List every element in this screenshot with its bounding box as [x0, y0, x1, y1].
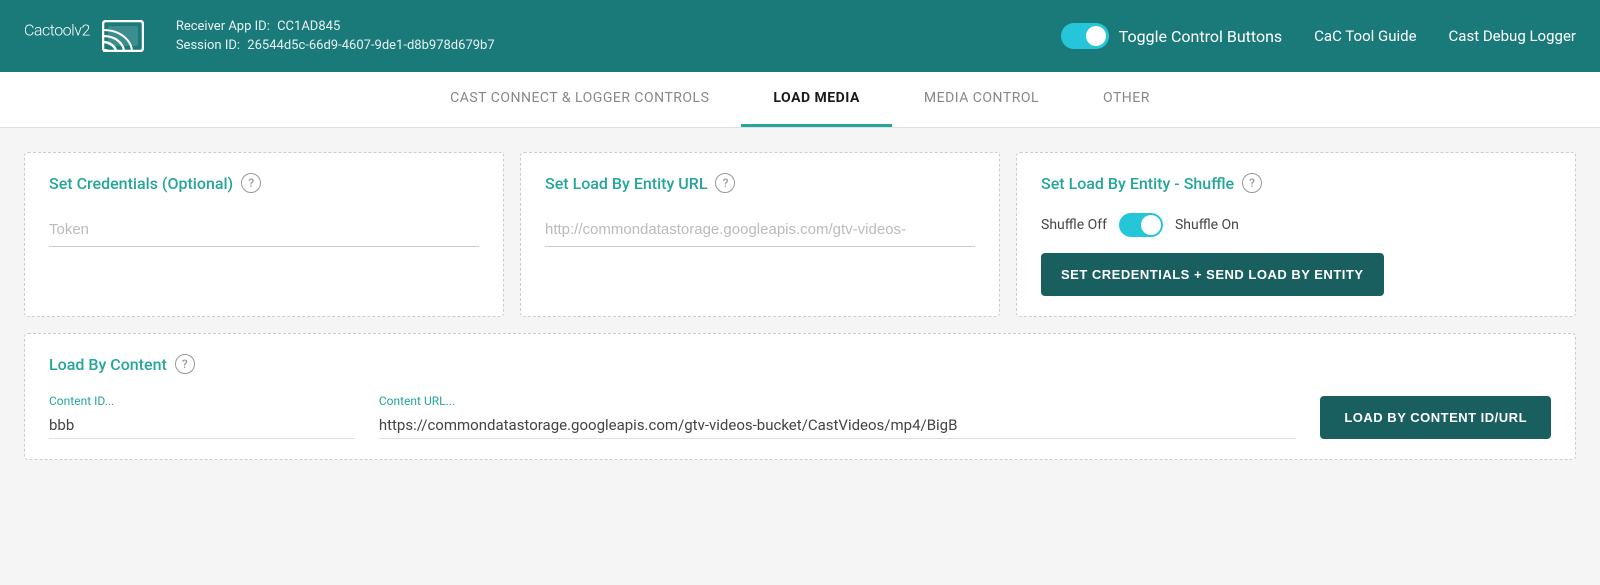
toggle-control-buttons[interactable]: [1061, 23, 1109, 49]
main-content: Set Credentials (Optional) ? Set Load By…: [0, 128, 1600, 484]
app-header: Cactoolv2 Receiver App ID: CC1AD845 Sess…: [0, 0, 1600, 72]
content-id-group: Content ID... bbb: [49, 394, 355, 439]
credentials-title: Set Credentials (Optional) ?: [49, 173, 479, 193]
content-id-label: Content ID...: [49, 394, 355, 408]
set-credentials-send-load-button[interactable]: SET CREDENTIALS + SEND LOAD BY ENTITY: [1041, 253, 1384, 296]
session-label: Session ID:: [176, 38, 240, 53]
credentials-help-icon[interactable]: ?: [241, 173, 261, 193]
shuffle-off-label: Shuffle Off: [1041, 217, 1107, 233]
shuffle-title-text: Set Load By Entity - Shuffle: [1041, 174, 1234, 193]
load-content-button[interactable]: LOAD BY CONTENT ID/URL: [1320, 396, 1551, 439]
nav-link-cac-guide[interactable]: CaC Tool Guide: [1314, 27, 1416, 45]
card-entity-url: Set Load By Entity URL ?: [520, 152, 1000, 317]
entity-url-title: Set Load By Entity URL ?: [545, 173, 975, 193]
session-info: Session ID: 26544d5c-66d9-4607-9de1-d8b9…: [176, 38, 1029, 53]
logo-version: v2: [74, 20, 90, 39]
tab-load-media[interactable]: LOAD MEDIA: [741, 72, 891, 127]
card-load-by-content: Load By Content ? Content ID... bbb Cont…: [24, 333, 1576, 460]
receiver-app-info: Receiver App ID: CC1AD845: [176, 19, 1029, 34]
nav-link-cast-debug[interactable]: Cast Debug Logger: [1449, 27, 1576, 45]
header-nav: CaC Tool Guide Cast Debug Logger: [1314, 27, 1576, 45]
entity-url-title-text: Set Load By Entity URL: [545, 174, 707, 193]
tab-media-control[interactable]: MEDIA CONTROL: [892, 72, 1071, 127]
cast-icon: [102, 20, 144, 52]
content-url-value: https://commondatastorage.googleapis.com…: [379, 412, 1297, 439]
shuffle-toggle[interactable]: [1119, 213, 1163, 237]
toggle-control-label: Toggle Control Buttons: [1119, 27, 1282, 46]
tab-bar: CAST CONNECT & LOGGER CONTROLS LOAD MEDI…: [0, 72, 1600, 128]
toggle-section: Toggle Control Buttons: [1061, 23, 1282, 49]
card-shuffle: Set Load By Entity - Shuffle ? Shuffle O…: [1016, 152, 1576, 317]
shuffle-toggle-row: Shuffle Off Shuffle On: [1041, 213, 1551, 237]
receiver-app-label: Receiver App ID:: [176, 19, 270, 34]
tab-cast-connect[interactable]: CAST CONNECT & LOGGER CONTROLS: [418, 72, 741, 127]
receiver-app-id: CC1AD845: [277, 19, 340, 34]
card-credentials: Set Credentials (Optional) ?: [24, 152, 504, 317]
shuffle-help-icon[interactable]: ?: [1242, 173, 1262, 193]
logo: Cactoolv2: [24, 20, 144, 53]
session-id: 26544d5c-66d9-4607-9de1-d8b978d679b7: [247, 38, 494, 53]
header-info: Receiver App ID: CC1AD845 Session ID: 26…: [176, 19, 1029, 53]
content-url-label: Content URL...: [379, 394, 1297, 408]
logo-name: Cactool: [24, 20, 74, 39]
content-id-value: bbb: [49, 412, 355, 439]
entity-url-help-icon[interactable]: ?: [715, 173, 735, 193]
cards-row: Set Credentials (Optional) ? Set Load By…: [24, 152, 1576, 317]
tab-other[interactable]: OTHER: [1071, 72, 1182, 127]
load-content-title: Load By Content ?: [49, 354, 1551, 374]
credentials-title-text: Set Credentials (Optional): [49, 174, 233, 193]
load-content-help-icon[interactable]: ?: [175, 354, 195, 374]
load-content-title-text: Load By Content: [49, 355, 167, 374]
logo-text: Cactoolv2: [24, 20, 90, 53]
shuffle-on-label: Shuffle On: [1175, 217, 1239, 233]
content-fields-row: Content ID... bbb Content URL... https:/…: [49, 394, 1551, 439]
shuffle-title: Set Load By Entity - Shuffle ?: [1041, 173, 1551, 193]
entity-url-input[interactable]: [545, 213, 975, 247]
token-input[interactable]: [49, 213, 479, 247]
content-url-group: Content URL... https://commondatastorage…: [379, 394, 1297, 439]
